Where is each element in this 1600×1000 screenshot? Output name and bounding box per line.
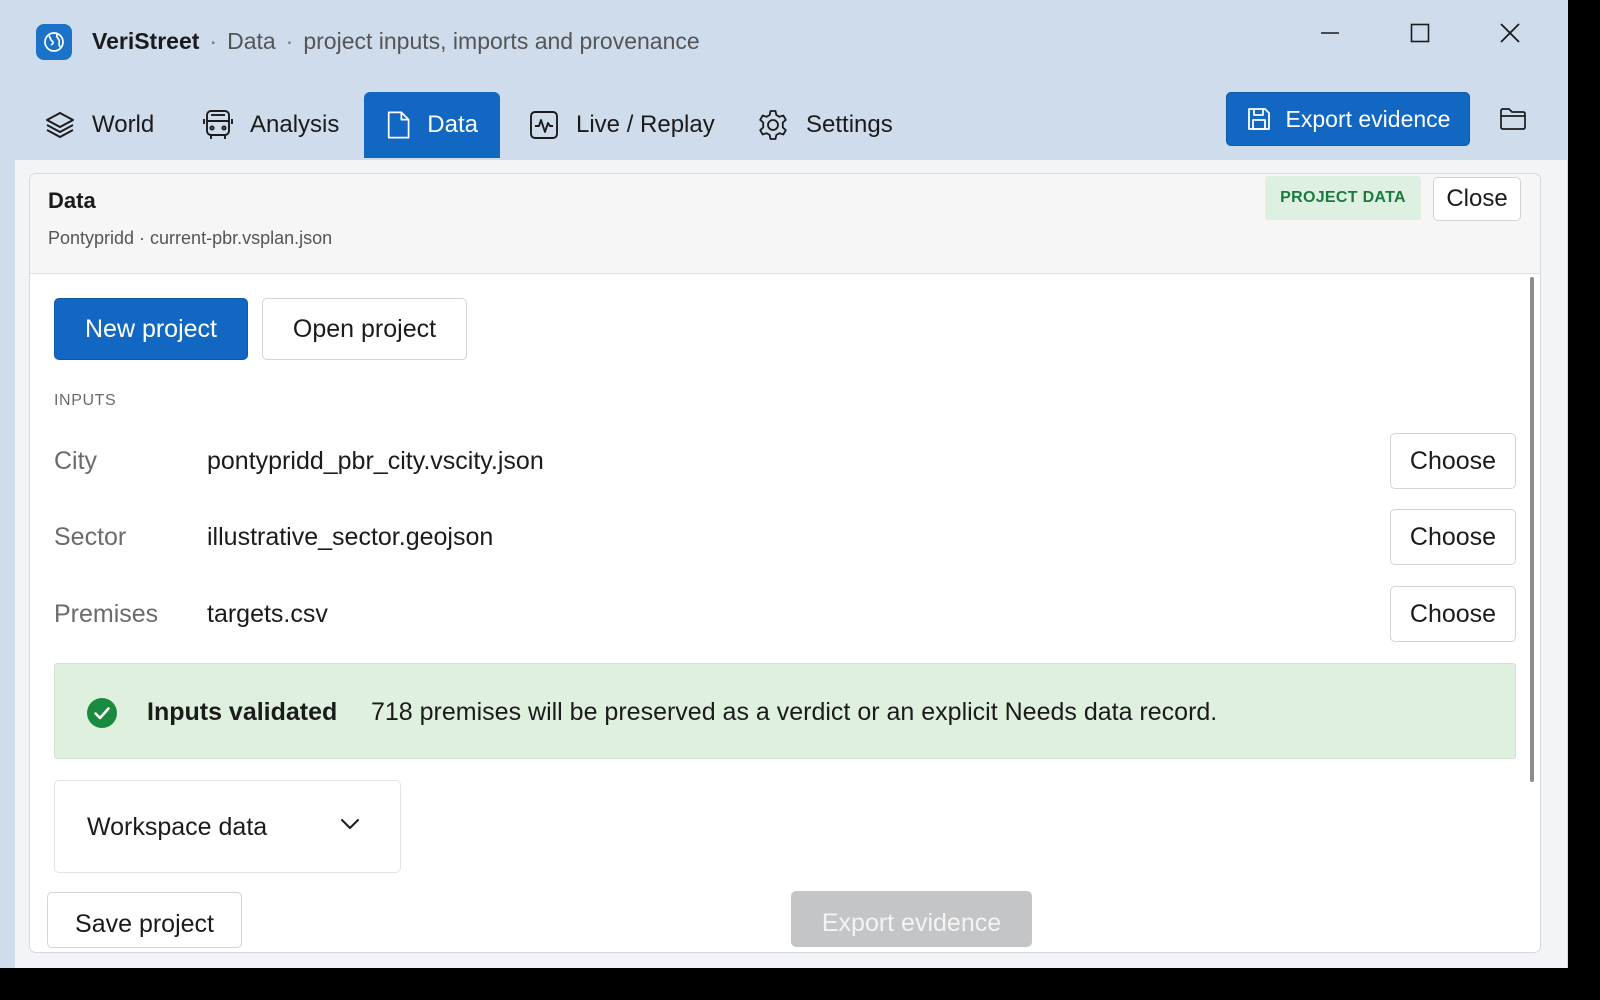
tab-live-replay[interactable]: Live / Replay [506, 92, 737, 158]
maximize-icon [1410, 23, 1430, 43]
validation-title: Inputs validated [147, 698, 338, 726]
tab-label: World [92, 111, 155, 138]
page-title: Data [48, 188, 96, 213]
chevron-down-icon [341, 819, 359, 829]
tab-label: Analysis [250, 111, 340, 138]
export-evidence-label: Export evidence [1285, 105, 1451, 132]
input-value: pontypridd_pbr_city.vscity.json [207, 447, 544, 475]
input-label: Premises [54, 600, 159, 628]
tab-label: Settings [806, 111, 893, 138]
input-value: targets.csv [207, 600, 328, 628]
input-label: Sector [54, 523, 127, 551]
tab-world[interactable]: World [22, 92, 176, 158]
check-circle-icon [87, 698, 117, 728]
document-icon [387, 111, 410, 139]
app-window: VeriStreet · Data · project inputs, imports … [0, 0, 1568, 968]
globe-icon [36, 24, 72, 60]
gear-icon [759, 110, 787, 140]
close-icon [1500, 23, 1520, 43]
title-separator: · [285, 28, 294, 54]
card-header: Data Pontypridd · current-pbr.vsplan.jso… [30, 174, 1540, 274]
tab-label: Live / Replay [576, 111, 715, 138]
input-row-city: City pontypridd_pbr_city.vscity.json Cho… [54, 433, 1516, 491]
title-bar: VeriStreet · Data · project inputs, imports … [0, 0, 1568, 84]
title-section: Data [227, 28, 276, 54]
export-evidence-button[interactable]: Export evidence [1226, 92, 1470, 146]
workspace-data-dropdown[interactable]: Workspace data [54, 780, 401, 873]
save-project-button[interactable]: Save project [47, 892, 242, 948]
export-evidence-disabled-button[interactable]: Export evidence [791, 891, 1032, 947]
tab-analysis[interactable]: Analysis [180, 92, 361, 158]
close-window-button[interactable] [1487, 16, 1533, 50]
validation-alert: Inputs validated 718 premises will be pr… [54, 663, 1516, 759]
app-name: VeriStreet [92, 28, 200, 54]
input-label: City [54, 447, 98, 475]
validation-message: 718 premises will be preserved as a verd… [371, 698, 1218, 726]
workspace-data-label: Workspace data [87, 813, 268, 841]
input-row-sector: Sector illustrative_sector.geojson Choos… [54, 509, 1516, 567]
project-subtitle: Pontypridd · current-pbr.vsplan.json [48, 228, 333, 248]
pulse-icon [530, 111, 558, 139]
maximize-button[interactable] [1397, 16, 1443, 50]
scrollbar[interactable] [1530, 277, 1534, 782]
tab-label: Data [427, 111, 478, 138]
new-project-button[interactable]: New project [54, 298, 248, 360]
content-panel: Data Pontypridd · current-pbr.vsplan.jso… [15, 160, 1567, 968]
input-row-premises: Premises targets.csv Choose [54, 586, 1516, 644]
title-subtitle: project inputs, imports and provenance [303, 28, 700, 54]
minimize-icon [1321, 32, 1339, 34]
inputs-heading: INPUTS [54, 392, 117, 409]
choose-city-button[interactable]: Choose [1390, 433, 1516, 489]
data-card: Data Pontypridd · current-pbr.vsplan.jso… [29, 173, 1541, 953]
tab-settings[interactable]: Settings [734, 92, 915, 158]
title-separator: · [209, 28, 218, 54]
close-button[interactable]: Close [1433, 177, 1521, 221]
open-project-button[interactable]: Open project [262, 298, 467, 360]
save-icon [1247, 108, 1270, 130]
open-folder-button[interactable] [1494, 100, 1532, 138]
choose-sector-button[interactable]: Choose [1390, 509, 1516, 565]
folder-icon [1500, 108, 1526, 130]
bus-icon [203, 110, 233, 139]
choose-premises-button[interactable]: Choose [1390, 586, 1516, 642]
window-title: VeriStreet · Data · project inputs, imports … [92, 28, 700, 55]
layers-icon [46, 112, 74, 138]
tab-data[interactable]: Data [364, 92, 500, 158]
minimize-button[interactable] [1307, 16, 1353, 50]
status-badge: PROJECT DATA [1265, 176, 1421, 220]
input-value: illustrative_sector.geojson [207, 523, 494, 551]
